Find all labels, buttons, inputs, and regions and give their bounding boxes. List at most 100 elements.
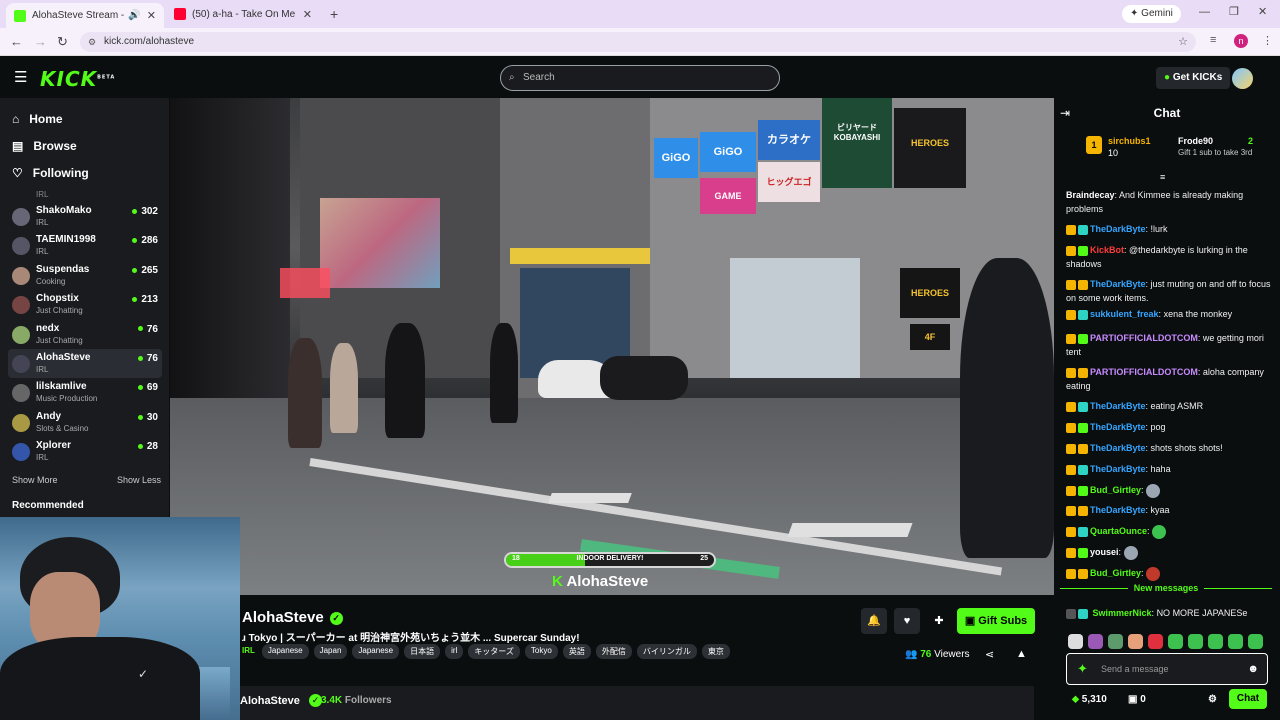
emote-icon[interactable] [1148, 634, 1163, 649]
close-window-icon[interactable]: ✕ [1258, 5, 1267, 18]
gemini-button[interactable]: ✦ Gemini [1122, 5, 1181, 23]
new-messages-divider[interactable]: New messages [1060, 583, 1272, 593]
share-icon[interactable]: ⋖ [985, 648, 994, 661]
chat-username[interactable]: PARTIOFFICIALDOTCOM [1090, 367, 1198, 377]
home-icon: ⌂ [12, 112, 20, 126]
channel-points[interactable]: ⬥ 5,310 [1072, 694, 1107, 705]
tag-chip[interactable]: 外配信 [595, 644, 632, 659]
minimize-icon[interactable]: — [1199, 6, 1210, 18]
chat-username[interactable]: PARTIOFFICIALDOTCOM [1090, 333, 1198, 343]
streamer-name[interactable]: AlohaSteve ✓ [242, 609, 343, 626]
restore-icon[interactable]: ❐ [1229, 5, 1239, 18]
bookmark-star-icon[interactable]: ☆ [1178, 32, 1188, 52]
tag-chip[interactable]: Japanese [261, 644, 309, 659]
close-tab-icon[interactable]: ✕ [147, 9, 156, 22]
tag-chip[interactable]: irl [445, 644, 464, 659]
emote-icon[interactable] [1128, 634, 1143, 649]
clip-button[interactable]: ✚ [926, 608, 952, 634]
back-icon[interactable]: ← [10, 34, 23, 49]
tag-chip[interactable]: バイリンガル [636, 644, 697, 659]
chat-input[interactable]: ✦ Send a message ☻ [1066, 653, 1268, 685]
tag-chip[interactable]: 日本語 [404, 644, 441, 659]
profile-avatar[interactable]: n [1234, 34, 1248, 48]
search-input[interactable]: ⌕ Search [500, 65, 780, 91]
emote-icon[interactable] [1228, 634, 1243, 649]
category-link[interactable]: IRL [242, 644, 255, 659]
rank-1-badge: 1 [1086, 136, 1102, 154]
chat-username[interactable]: KickBot [1090, 245, 1124, 255]
sidebar-channel-alohasteve[interactable]: AlohaSteve IRL 76 [8, 349, 162, 378]
media-controls-icon[interactable]: ≡ [1210, 34, 1216, 46]
chat-settings-icon[interactable]: ⚙ [1208, 694, 1217, 705]
emote-icon[interactable] [1068, 634, 1083, 649]
emote-icon[interactable] [1168, 634, 1183, 649]
sidebar-channel-lilskamlive[interactable]: lilskamlive Music Production 69 [8, 378, 162, 407]
menu-dots-icon[interactable]: ⋮ [1262, 34, 1273, 47]
tag-chip[interactable]: 英語 [562, 644, 591, 659]
emote-icon[interactable] [1208, 634, 1223, 649]
address-bar[interactable]: ⚙ kick.com/alohasteve ☆ [80, 32, 1196, 52]
about-streamer-name[interactable]: AlohaSteve [240, 695, 300, 707]
new-tab-icon[interactable]: + [330, 6, 338, 22]
reload-icon[interactable]: ↻ [57, 34, 68, 50]
sidebar-channel-suspendas[interactable]: Suspendas Cooking 265 [8, 261, 162, 290]
chat-username[interactable]: TheDarkByte [1090, 464, 1146, 474]
chat-username[interactable]: yousei [1090, 547, 1119, 557]
sidebar-channel-shakomako[interactable]: ShakoMako IRL 302 [8, 202, 162, 231]
chat-username[interactable]: TheDarkByte [1090, 505, 1146, 515]
emote-icon[interactable] [1088, 634, 1103, 649]
chat-username[interactable]: Bud_Girtley [1090, 485, 1141, 495]
report-icon[interactable]: ▲ [1016, 648, 1027, 660]
chat-username[interactable]: sukkulent_freak [1090, 309, 1159, 319]
notification-bell-button[interactable]: 🔔 [861, 608, 887, 634]
chat-username[interactable]: Bud_Girtley [1090, 568, 1141, 578]
follow-button[interactable]: ♥ [894, 608, 920, 634]
chat-username[interactable]: QuartaOunce [1090, 526, 1147, 536]
emote-icon[interactable] [1108, 634, 1123, 649]
sidebar-item-home[interactable]: ⌂ Home [12, 112, 63, 126]
tag-chip[interactable]: Tokyo [524, 644, 558, 659]
chat-username[interactable]: Braindecay [1066, 190, 1115, 200]
chat-username[interactable]: TheDarkByte [1090, 224, 1146, 234]
emoji-icon[interactable]: ☻ [1247, 654, 1259, 684]
get-kicks-button[interactable]: ● Get KICKs [1156, 67, 1231, 89]
tab-alohasteve[interactable]: AlohaSteve Stream - Watch 🔊 ✕ [6, 3, 164, 28]
show-less-link[interactable]: Show Less [117, 475, 161, 485]
tag-chip[interactable]: Japan [313, 644, 348, 659]
chat-username[interactable]: TheDarkByte [1090, 401, 1146, 411]
chat-username[interactable]: TheDarkByte [1090, 443, 1146, 453]
sidebar-channel-xplorer[interactable]: Xplorer IRL 28 [8, 437, 162, 466]
tag-chip[interactable]: 東京 [701, 644, 730, 659]
kicks-sparkle-icon[interactable]: ✦ [1077, 654, 1088, 684]
chat-username[interactable]: SwimmerNick [1093, 608, 1152, 618]
kick-logo[interactable]: KICKBETA [40, 67, 115, 91]
sidebar-channel-nedx[interactable]: nedx Just Chatting 76 [8, 320, 162, 349]
send-chat-button[interactable]: Chat [1229, 689, 1267, 709]
video-player[interactable]: GiGO GiGO カラオケ GAME ビリヤード KOBAYASHI HERO… [170, 98, 1054, 595]
sidebar-channel-chopstix[interactable]: Chopstix Just Chatting 213 [8, 290, 162, 319]
user-avatar[interactable] [1232, 68, 1253, 89]
emote-icon[interactable] [1188, 634, 1203, 649]
emote-icon[interactable] [1248, 634, 1263, 649]
close-tab-icon[interactable]: ✕ [303, 8, 312, 21]
avatar [12, 237, 30, 256]
audio-icon[interactable]: 🔊 [128, 10, 140, 21]
gift-count[interactable]: ▣ 0 [1128, 694, 1146, 705]
pinned-toggle-icon[interactable]: ≡ [1160, 172, 1165, 182]
leader-user-1[interactable]: sirchubs1 [1108, 136, 1151, 146]
hamburger-menu-icon[interactable]: ☰ [14, 68, 27, 86]
chat-username[interactable]: TheDarkByte [1090, 279, 1146, 289]
tab-youtube[interactable]: (50) a-ha - Take On Me (Official ✕ [166, 3, 320, 25]
chat-username[interactable]: TheDarkByte [1090, 422, 1146, 432]
show-more-link[interactable]: Show More [12, 475, 58, 485]
tag-chip[interactable]: キッターズ [468, 644, 520, 659]
sidebar-item-following[interactable]: ♡ Following [12, 166, 89, 180]
site-info-icon[interactable]: ⚙ [88, 32, 96, 52]
forward-icon[interactable]: → [34, 34, 47, 49]
sidebar-channel-taemin1998[interactable]: TAEMIN1998 IRL 286 [8, 231, 162, 260]
sidebar-item-browse[interactable]: ▤ Browse [12, 139, 77, 153]
tag-chip[interactable]: Japanese [352, 644, 400, 659]
leader-user-2[interactable]: Frode90 [1178, 136, 1213, 146]
gift-subs-button[interactable]: ▣ Gift Subs [957, 608, 1035, 634]
sidebar-channel-andy[interactable]: Andy Slots & Casino 30 [8, 408, 162, 437]
